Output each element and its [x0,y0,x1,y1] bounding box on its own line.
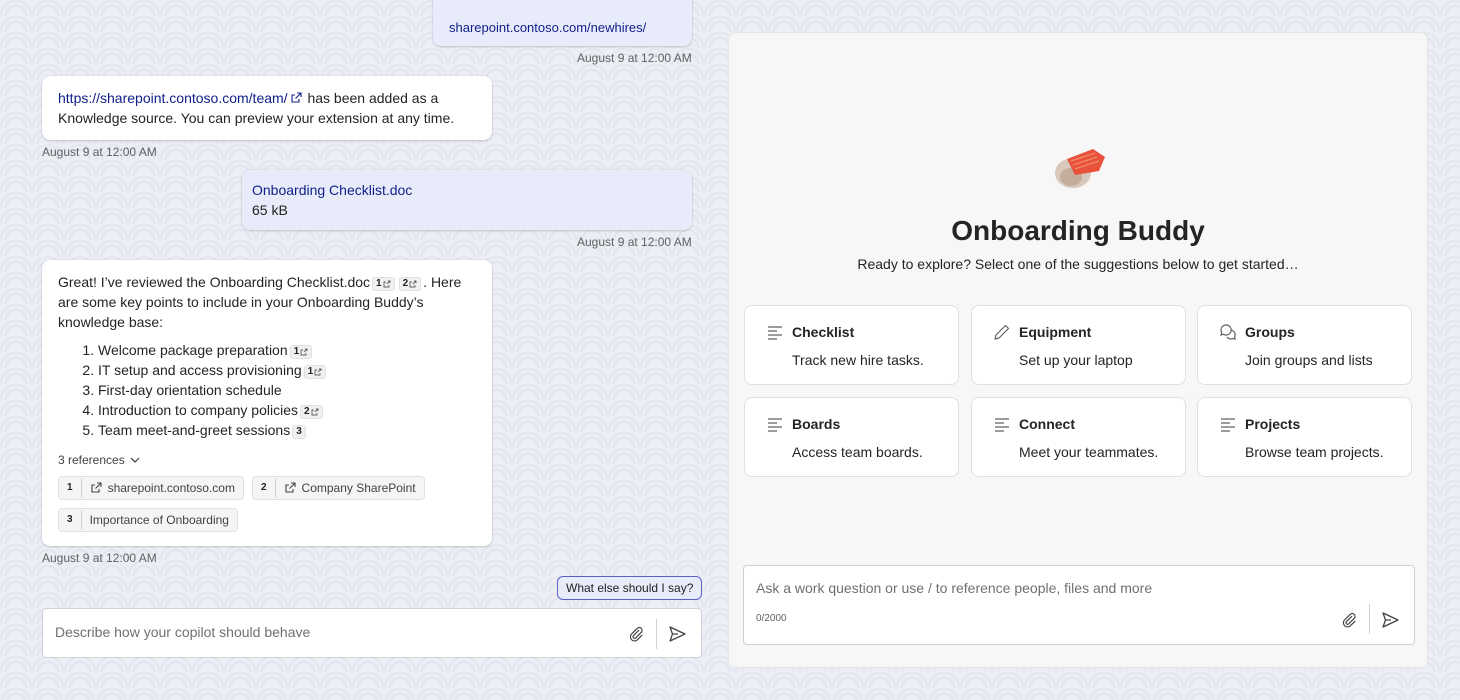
pencil-icon [994,324,1010,340]
chat-bubbles-icon [1220,324,1237,340]
list-item: Team meet-and-greet sessions3 [98,420,476,440]
suggestion-pill[interactable]: What else should I say? [557,576,703,600]
card-title: Groups [1245,324,1295,340]
citation-badge[interactable]: 1 [303,365,327,379]
chat-panel: sharepoint.contoso.com/newhires/ August … [0,0,712,700]
file-attachment-message[interactable]: Onboarding Checklist.doc 65 kB [242,170,692,230]
paperclip-icon [1342,612,1356,628]
suggestion-card-groups[interactable]: Groups Join groups and lists [1197,305,1412,385]
reference-chip[interactable]: 3 Importance of Onboarding [58,508,238,532]
card-title: Checklist [792,324,855,340]
divider [656,619,657,649]
send-icon [669,626,686,642]
external-link-icon [284,482,296,493]
file-size: 65 kB [252,202,288,218]
chat-composer[interactable]: Ask a work question or use / to referenc… [743,565,1415,645]
card-description: Access team boards. [792,444,923,460]
citation-badge[interactable]: 2 [300,405,323,419]
timestamp: August 9 at 12:00 AM [42,145,157,159]
lines-icon [768,326,782,340]
card-description: Join groups and lists [1245,352,1373,368]
instructions-composer[interactable]: Describe how your copilot should behave [42,608,702,658]
suggestion-card-projects[interactable]: Projects Browse team projects. [1197,397,1412,477]
paperclip-icon [629,626,643,642]
reference-chip[interactable]: 2 Company SharePoint [251,476,425,500]
external-link-icon [314,368,322,376]
external-link-icon [91,482,102,493]
attach-button[interactable] [1337,608,1361,632]
citation-badge[interactable]: 1 [372,277,395,291]
knowledge-source-link[interactable]: https://sharepoint.contoso.com/team/ [58,90,288,106]
user-link-text[interactable]: sharepoint.contoso.com/newhires/ [449,20,646,35]
send-button[interactable] [665,622,689,646]
bot-message: https://sharepoint.contoso.com/team/ has… [42,76,492,140]
timestamp: August 9 at 12:00 AM [42,551,157,565]
citation-badge[interactable]: 1 [289,345,313,359]
citation-badge[interactable]: 2 [398,277,422,291]
card-description: Meet your teammates. [1019,444,1159,460]
external-link-icon [409,280,417,288]
suggestion-card-connect[interactable]: Connect Meet your teammates. [971,397,1186,477]
card-description: Track new hire tasks. [792,352,924,368]
timestamp: August 9 at 12:00 AM [577,235,692,249]
card-title: Boards [792,416,841,432]
external-link-icon [311,408,319,416]
agent-logo [1049,145,1109,191]
user-link-bubble[interactable]: sharepoint.contoso.com/newhires/ [433,0,692,46]
suggestion-card-checklist[interactable]: Checklist Track new hire tasks. [744,305,959,385]
agent-title: Onboarding Buddy [951,215,1205,246]
reference-chip[interactable]: 1 sharepoint.contoso.com [58,476,244,500]
references-toggle[interactable]: 3 references [58,452,476,468]
references-row: 1 sharepoint.contoso.com 2 Company Share… [58,476,476,500]
references-label: 3 references [58,453,125,467]
agent-subtitle: Ready to explore? Select one of the sugg… [857,256,1299,272]
composer-placeholder: Ask a work question or use / to referenc… [756,580,1153,596]
divider [1369,604,1370,634]
card-title: Equipment [1019,324,1092,340]
chevron-down-icon [130,457,140,463]
attach-button[interactable] [624,622,648,646]
agent-preview-panel: Onboarding Buddy Ready to explore? Selec… [728,32,1428,668]
message-intro: Great! I’ve reviewed the Onboarding Chec… [58,272,476,332]
timestamp: August 9 at 12:00 AM [577,51,692,65]
suggestion-card-equipment[interactable]: Equipment Set up your laptop [971,305,1186,385]
citation-badge[interactable]: 3 [292,425,306,439]
card-title: Connect [1019,416,1075,432]
file-name[interactable]: Onboarding Checklist.doc [252,180,682,200]
card-description: Browse team projects. [1245,444,1384,460]
composer-placeholder: Describe how your copilot should behave [55,624,311,640]
send-button[interactable] [1378,608,1402,632]
lines-icon [768,418,782,432]
send-icon [1382,612,1399,628]
references-row: 3 Importance of Onboarding [58,508,476,532]
list-item: IT setup and access provisioning1 [98,360,476,380]
list-item: First-day orientation schedule [98,380,476,400]
list-item: Introduction to company policies2 [98,400,476,420]
bot-message: Great! I’ve reviewed the Onboarding Chec… [42,260,492,546]
intro-text: Great! I’ve reviewed the Onboarding Chec… [58,274,371,290]
external-link-icon [383,280,391,288]
external-link-icon [291,92,302,103]
suggestion-card-boards[interactable]: Boards Access team boards. [744,397,959,477]
lines-icon [1221,418,1235,432]
character-count: 0/2000 [756,613,787,624]
list-item: Welcome package preparation1 [98,340,476,360]
key-points-list: Welcome package preparation1 IT setup an… [98,340,476,440]
card-description: Set up your laptop [1019,352,1133,368]
external-link-icon [300,348,308,356]
lines-icon [995,418,1009,432]
card-title: Projects [1245,416,1301,432]
